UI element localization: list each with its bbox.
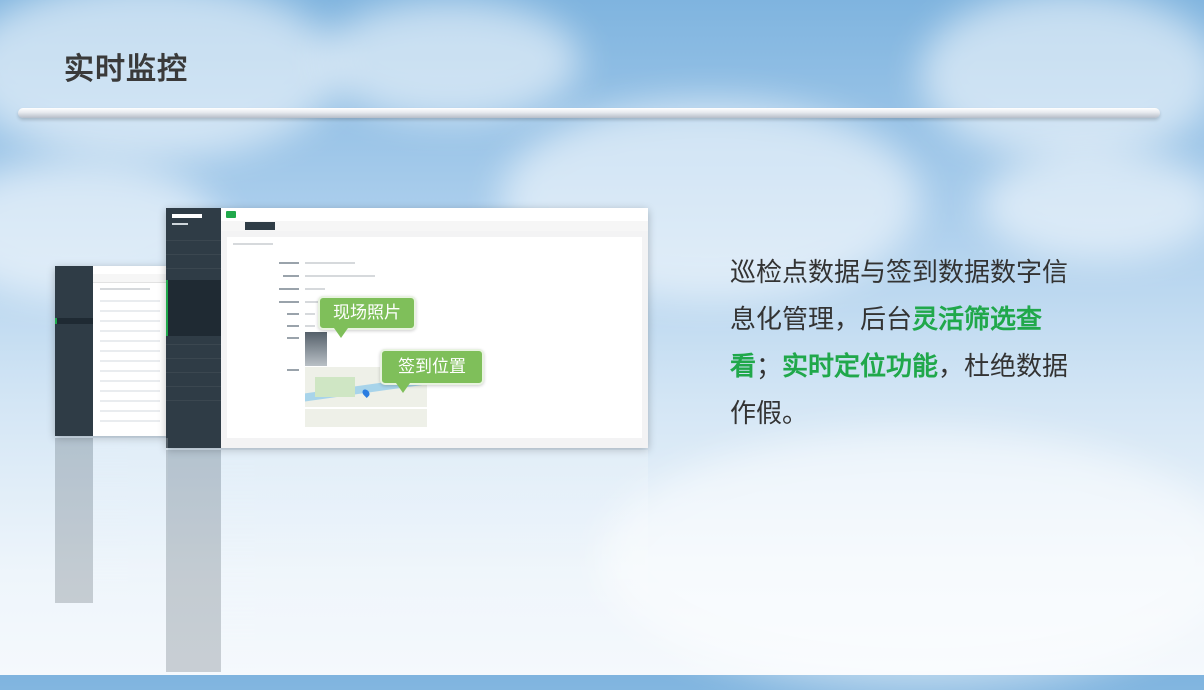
screenshot-main-topbar [221,208,648,222]
field-value [305,288,325,290]
text-line [100,300,160,302]
cloud [320,0,580,120]
map-road [305,407,427,409]
sidebar-active-item [55,318,93,324]
field-value [305,262,355,264]
field-label [279,262,299,264]
screenshot-main-sidebar [166,208,221,448]
field-label [287,369,299,371]
text-line [100,350,160,352]
screenshot-main-content [221,231,648,448]
panel-heading [233,243,273,245]
sidebar-brand [172,214,202,218]
text-line [100,420,160,422]
text-line [100,320,160,322]
page-title: 实时监控 [64,52,188,87]
field-label [283,275,299,277]
sidebar-divider [166,344,221,345]
screenshot-back-reflection [55,438,168,603]
field-label [279,301,299,303]
screenshot-main-reflection [166,450,648,672]
feature-description: 巡检点数据与签到数据数字信息化管理，后台灵活筛选查看；实时定位功能，杜绝数据作假… [730,250,1090,438]
sidebar-divider [166,240,221,241]
cloud [600,430,1204,690]
sidebar-divider [166,372,221,373]
text-line [100,390,160,392]
callout-site-photo: 现场照片 [318,296,416,338]
text-line [100,340,160,342]
reflection-sidebar [166,450,221,672]
text-line [100,360,160,362]
description-text: ； [756,352,783,382]
text-line [100,330,160,332]
text-line [100,310,160,312]
reflection-sidebar [55,438,93,603]
cloud [920,0,1204,160]
text-line [100,370,160,372]
map-park [315,377,355,397]
field-label [287,313,299,315]
sidebar-user [172,223,188,225]
sidebar-divider [166,268,221,269]
sidebar-divider [166,386,221,387]
title-underline-bar [18,108,1160,118]
field-value [305,313,315,315]
field-value [305,325,315,327]
site-photo-thumbnail [305,332,327,366]
text-line [100,400,160,402]
screenshot-back [55,266,168,436]
text-line [100,410,160,412]
sidebar-active-group [166,280,221,336]
text-line [100,380,160,382]
sidebar-divider [166,400,221,401]
menu-toggle-button [226,211,236,218]
description-highlight: 实时定位功能 [782,352,939,382]
field-value [305,275,375,277]
sidebar-divider [166,254,221,255]
callout-sign-in-location: 签到位置 [380,349,484,393]
sidebar-divider [166,358,221,359]
cloud [980,150,1204,260]
active-tab [245,222,275,230]
field-label [287,325,299,327]
screenshot-back-sidebar [55,266,93,436]
screenshot-back-tabbar [93,274,168,283]
field-label [279,288,299,290]
field-label [287,337,299,339]
detail-panel [227,237,642,438]
text-line [100,288,150,290]
